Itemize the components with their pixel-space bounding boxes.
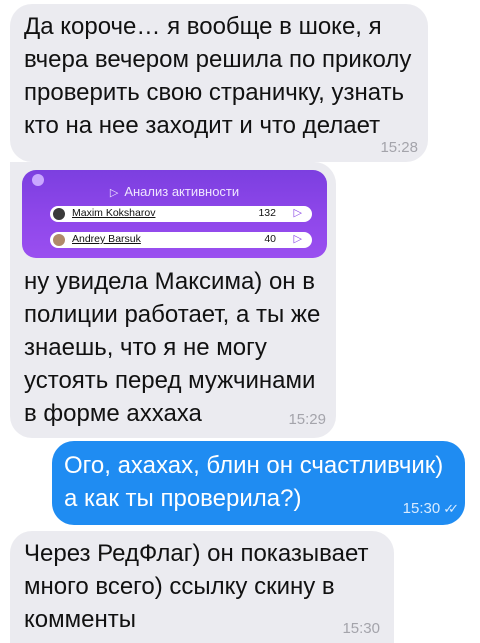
send-icon: ▷	[109, 187, 119, 199]
double-check-icon: ✓✓	[443, 501, 459, 516]
message-time-with-read-receipt: 15:30 ✓✓	[402, 500, 459, 517]
activity-count: 132	[258, 207, 276, 219]
activity-row: Andrey Barsuk 40 ▷	[50, 232, 312, 248]
message-text: Ого, ахахах, блин он счастливчик) а как …	[64, 452, 444, 512]
message-text: Через РедФлаг) он показывает много всего…	[24, 540, 369, 633]
card-title: ▷ Анализ активности	[109, 184, 240, 199]
message-text: ну увидела Максима) он в полиции работае…	[24, 268, 321, 427]
message-text: Да короче… я вообще в шоке, я вчера вече…	[24, 13, 412, 139]
avatar	[53, 208, 65, 220]
send-icon: ▷	[293, 233, 302, 245]
activity-count: 40	[264, 233, 276, 245]
message-bubble-incoming[interactable]: Через РедФлаг) он показывает много всего…	[10, 531, 394, 643]
activity-row: Maxim Koksharov 132 ▷	[50, 206, 312, 222]
avatar	[53, 234, 65, 246]
message-time: 15:30	[342, 620, 380, 637]
message-bubble-incoming[interactable]: Да короче… я вообще в шоке, я вчера вече…	[10, 4, 428, 162]
message-bubble-outgoing[interactable]: Ого, ахахах, блин он счастливчик) а как …	[52, 441, 465, 525]
activity-user-name: Maxim Koksharov	[72, 207, 156, 219]
send-icon: ▷	[293, 207, 302, 219]
message-time: 15:28	[380, 139, 418, 156]
message-time: 15:29	[288, 411, 326, 428]
embedded-screenshot-card[interactable]: ▷ Анализ активности Maxim Koksharov 132 ▷…	[22, 170, 327, 258]
activity-user-name: Andrey Barsuk	[72, 233, 141, 245]
